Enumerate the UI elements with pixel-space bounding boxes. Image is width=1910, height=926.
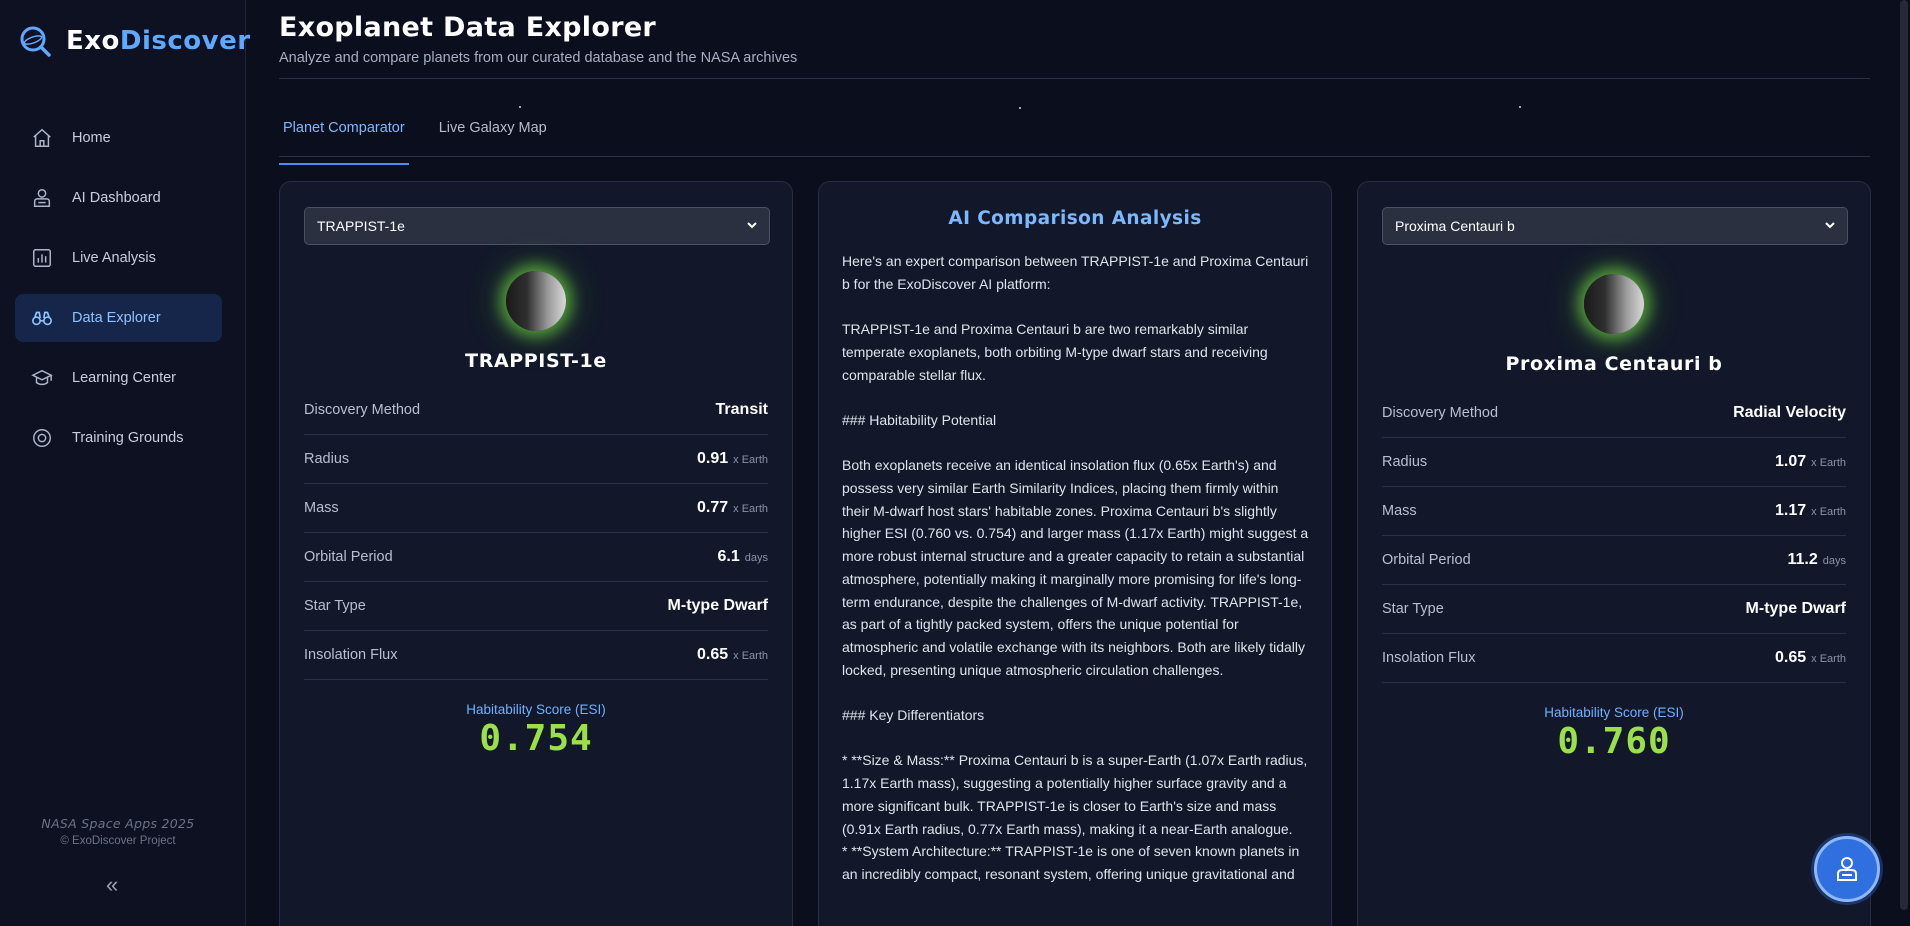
selected-value: TRAPPIST-1e <box>317 218 405 234</box>
sidebar-item-label: Learning Center <box>72 370 176 386</box>
chevron-down-icon <box>1825 222 1835 229</box>
sidebar-item-home[interactable]: Home <box>15 114 222 162</box>
stat-radius: Radius 0.91 x Earth <box>304 435 768 484</box>
home-icon <box>31 127 53 149</box>
robot-icon <box>31 187 53 209</box>
planet-select-left[interactable]: TRAPPIST-1e <box>304 207 770 245</box>
selected-value: Proxima Centauri b <box>1395 218 1515 234</box>
collapse-sidebar-button[interactable]: « <box>106 872 118 898</box>
sidebar-nav: Home AI Dashboard Live Analysis Data Exp… <box>15 114 222 474</box>
stat-discovery-method: Discovery Method Transit <box>304 386 768 435</box>
planet-select-right[interactable]: Proxima Centauri b <box>1382 207 1848 245</box>
sidebar: ExoDiscover Home AI Dashboard Live Analy… <box>0 0 250 926</box>
divider <box>279 78 1870 79</box>
sidebar-item-learning-center[interactable]: Learning Center <box>15 354 222 402</box>
analysis-paragraph: * **Size & Mass:** Proxima Centauri b is… <box>842 752 1308 882</box>
esi-score: 0.760 <box>1557 721 1671 762</box>
planet-avatar <box>1584 274 1644 334</box>
analysis-heading: ### Key Differentiators <box>842 707 985 723</box>
analysis-paragraph: Both exoplanets receive an identical ins… <box>842 457 1309 678</box>
sidebar-item-training-grounds[interactable]: Training Grounds <box>15 414 222 462</box>
analysis-heading: ### Habitability Potential <box>842 411 997 428</box>
stat-orbital-period: Orbital Period 6.1 days <box>304 533 768 582</box>
brand-logo-link[interactable]: ExoDiscover <box>18 24 251 58</box>
esi-score: 0.754 <box>479 718 593 759</box>
page-subtitle: Analyze and compare planets from our cur… <box>279 50 798 66</box>
planet-stats: Discovery Method Transit Radius 0.91 x Eart… <box>304 386 768 680</box>
sidebar-item-label: Home <box>72 130 111 146</box>
sidebar-item-data-explorer[interactable]: Data Explorer <box>15 294 222 342</box>
sidebar-item-label: Data Explorer <box>72 310 161 326</box>
sidebar-item-ai-dashboard[interactable]: AI Dashboard <box>15 174 222 222</box>
sidebar-item-live-analysis[interactable]: Live Analysis <box>15 234 222 282</box>
analysis-body: Here's an expert comparison between TRAP… <box>842 250 1309 908</box>
analysis-title: AI Comparison Analysis <box>948 208 1202 229</box>
stat-star-type: Star Type M-type Dwarf <box>1382 585 1846 634</box>
esi-label: Habitability Score (ESI) <box>466 702 606 717</box>
tab-bar: Planet Comparator Live Galaxy Map <box>279 112 577 165</box>
stat-mass: Mass 0.77 x Earth <box>304 484 768 533</box>
binoculars-icon <box>31 307 53 329</box>
stat-star-type: Star Type M-type Dwarf <box>304 582 768 631</box>
analysis-paragraph: TRAPPIST-1e and Proxima Centauri b are t… <box>842 321 1268 383</box>
planet-name: TRAPPIST-1e <box>465 350 607 372</box>
bar-chart-icon <box>31 247 53 269</box>
planet-stats: Discovery Method Radial Velocity Radius 1.… <box>1382 389 1846 683</box>
robot-icon <box>1837 857 1857 881</box>
tab-planet-comparator[interactable]: Planet Comparator <box>279 112 409 165</box>
tab-live-galaxy-map[interactable]: Live Galaxy Map <box>435 112 551 165</box>
target-icon <box>31 427 53 449</box>
page-scrollbar[interactable] <box>1900 0 1908 910</box>
stat-discovery-method: Discovery Method Radial Velocity <box>1382 389 1846 438</box>
footer-event: NASA Space Apps 2025 <box>41 816 195 831</box>
ai-analysis-card: AI Comparison Analysis Here's an expert … <box>818 181 1332 926</box>
main-content: Exoplanet Data Explorer Analyze and comp… <box>246 0 1910 926</box>
planet-avatar <box>506 271 566 331</box>
stat-radius: Radius 1.07 x Earth <box>1382 438 1846 487</box>
chevron-down-icon <box>747 222 757 229</box>
stat-insolation-flux: Insolation Flux 0.65 x Earth <box>1382 634 1846 683</box>
sidebar-item-label: Training Grounds <box>72 430 184 446</box>
sidebar-item-label: Live Analysis <box>72 250 156 266</box>
brand-name: ExoDiscover <box>66 26 251 56</box>
divider <box>279 156 1870 157</box>
planet-search-icon <box>18 24 52 58</box>
planet-card-right: Proxima Centauri b Proxima Centauri b Di… <box>1357 181 1871 926</box>
analysis-paragraph: Here's an expert comparison between TRAP… <box>842 253 1309 292</box>
sidebar-item-label: AI Dashboard <box>72 190 161 206</box>
sidebar-footer: NASA Space Apps 2025 © ExoDiscover Proje… <box>0 816 236 847</box>
graduation-cap-icon <box>31 367 53 389</box>
esi-label: Habitability Score (ESI) <box>1544 705 1684 720</box>
footer-copyright: © ExoDiscover Project <box>60 835 176 847</box>
stat-mass: Mass 1.17 x Earth <box>1382 487 1846 536</box>
stat-orbital-period: Orbital Period 11.2 days <box>1382 536 1846 585</box>
stat-insolation-flux: Insolation Flux 0.65 x Earth <box>304 631 768 680</box>
planet-card-left: TRAPPIST-1e TRAPPIST-1e Discovery Method… <box>279 181 793 926</box>
ai-assistant-button[interactable] <box>1814 836 1880 902</box>
page-title: Exoplanet Data Explorer <box>279 12 657 43</box>
planet-name: Proxima Centauri b <box>1505 353 1723 375</box>
